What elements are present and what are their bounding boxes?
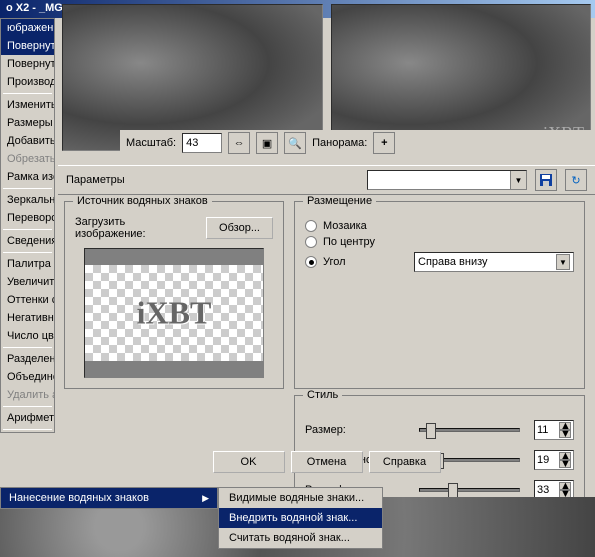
- browse-button[interactable]: Обзор...: [206, 217, 273, 239]
- watermark-submenu: Видимые водяные знаки... Внедрить водяно…: [218, 487, 383, 549]
- scale-label: Масштаб:: [126, 137, 176, 149]
- menu-item[interactable]: Палитра: [1, 255, 54, 273]
- group-placement: Размещение Мозаика По центру Угол Справа…: [294, 201, 585, 389]
- image-menu: юбражение Повернуть Повернуть Производн …: [0, 18, 55, 433]
- params-label: Параметры: [66, 174, 125, 186]
- menu-item[interactable]: Увеличить: [1, 273, 54, 291]
- help-button[interactable]: Справка: [369, 451, 441, 473]
- group-legend: Стиль: [303, 389, 342, 401]
- preset-dropdown[interactable]: ▼: [367, 170, 527, 190]
- menu-item[interactable]: Негативное: [1, 309, 54, 327]
- radio-center[interactable]: По центру: [305, 236, 574, 248]
- menu-item[interactable]: Изменить р: [1, 96, 54, 114]
- menu-item[interactable]: Производн: [1, 73, 54, 91]
- chevron-down-icon: ▼: [556, 254, 570, 270]
- menu-separator: [3, 429, 52, 430]
- size-label: Размер:: [305, 424, 405, 436]
- menu-item[interactable]: Обрезать п: [1, 150, 54, 168]
- radio-icon: [305, 220, 317, 232]
- menu-item[interactable]: Разделение: [1, 350, 54, 368]
- menu-item-watermark[interactable]: Нанесение водяных знаков ▶: [1, 488, 217, 508]
- menu-item[interactable]: Повернуть: [1, 37, 54, 55]
- dialog-buttons: OK Отмена Справка: [58, 445, 595, 479]
- radio-mosaic[interactable]: Мозаика: [305, 220, 574, 232]
- submenu-visible[interactable]: Видимые водяные знаки...: [219, 488, 382, 508]
- scale-toolbar: Масштаб: 43 ⇔ ▣ 🔍 Панорама: +: [120, 130, 595, 156]
- submenu-read[interactable]: Считать водяной знак...: [219, 528, 382, 548]
- scale-value[interactable]: 43: [182, 133, 222, 153]
- watermark-thumbnail: iXBT: [84, 248, 264, 378]
- group-source: Источник водяных знаков Загрузить изобра…: [64, 201, 284, 389]
- menu-label: Нанесение водяных знаков: [9, 492, 149, 504]
- menu-item[interactable]: Арифметич: [1, 409, 54, 427]
- radio-corner[interactable]: Угол Справа внизу ▼: [305, 252, 574, 272]
- params-bar: Параметры ▼ ↻: [58, 165, 595, 195]
- corner-position-dropdown[interactable]: Справа внизу ▼: [414, 252, 574, 272]
- preview-after: iXBT: [331, 4, 592, 151]
- menu-item[interactable]: Рамка изоб: [1, 168, 54, 186]
- menu-separator: [3, 93, 52, 94]
- panorama-add-button[interactable]: +: [373, 132, 395, 154]
- reset-button[interactable]: ↻: [565, 169, 587, 191]
- radio-icon: [305, 236, 317, 248]
- menu-separator: [3, 229, 52, 230]
- scale-lock-icon[interactable]: ⇔: [228, 132, 250, 154]
- submenu-arrow-icon: ▶: [202, 493, 209, 504]
- dialog-panel: Источник водяных знаков Загрузить изобра…: [58, 195, 591, 467]
- cancel-button[interactable]: Отмена: [291, 451, 363, 473]
- chevron-down-icon: ▼: [510, 171, 526, 189]
- radio-icon: [305, 256, 317, 268]
- menu-item[interactable]: Зеркальное: [1, 191, 54, 209]
- menu-item[interactable]: Сведения о: [1, 232, 54, 250]
- group-legend: Источник водяных знаков: [73, 195, 212, 207]
- zoom-tool-icon[interactable]: 🔍: [284, 132, 306, 154]
- ok-button[interactable]: OK: [213, 451, 285, 473]
- thumb-text: iXBT: [137, 295, 212, 332]
- menu-item[interactable]: Оттенки се: [1, 291, 54, 309]
- relief-slider[interactable]: [419, 488, 520, 492]
- save-preset-button[interactable]: [535, 169, 557, 191]
- panorama-label: Панорама:: [312, 137, 367, 149]
- menu-item[interactable]: Число цвет: [1, 327, 54, 345]
- group-legend: Размещение: [303, 195, 376, 207]
- menu-separator: [3, 406, 52, 407]
- save-icon: [539, 173, 553, 187]
- fit-window-icon[interactable]: ▣: [256, 132, 278, 154]
- size-slider[interactable]: [419, 428, 520, 432]
- menu-item[interactable]: Переворот: [1, 209, 54, 227]
- menu-item[interactable]: Удалить ал: [1, 386, 54, 404]
- submenu-embed[interactable]: Внедрить водяной знак...: [219, 508, 382, 528]
- menu-separator: [3, 347, 52, 348]
- preview-before: [62, 4, 323, 151]
- menu-item[interactable]: Объединен: [1, 368, 54, 386]
- menu-separator: [3, 252, 52, 253]
- watermark-menu: Нанесение водяных знаков ▶: [0, 487, 218, 509]
- menu-item[interactable]: Добавить п: [1, 132, 54, 150]
- load-label: Загрузить изображение:: [75, 216, 198, 240]
- size-spinner[interactable]: 11▲▼: [534, 420, 574, 440]
- menu-separator: [3, 188, 52, 189]
- menu-header: юбражение: [1, 19, 54, 37]
- menu-item[interactable]: Размеры хо: [1, 114, 54, 132]
- menu-item[interactable]: Повернуть: [1, 55, 54, 73]
